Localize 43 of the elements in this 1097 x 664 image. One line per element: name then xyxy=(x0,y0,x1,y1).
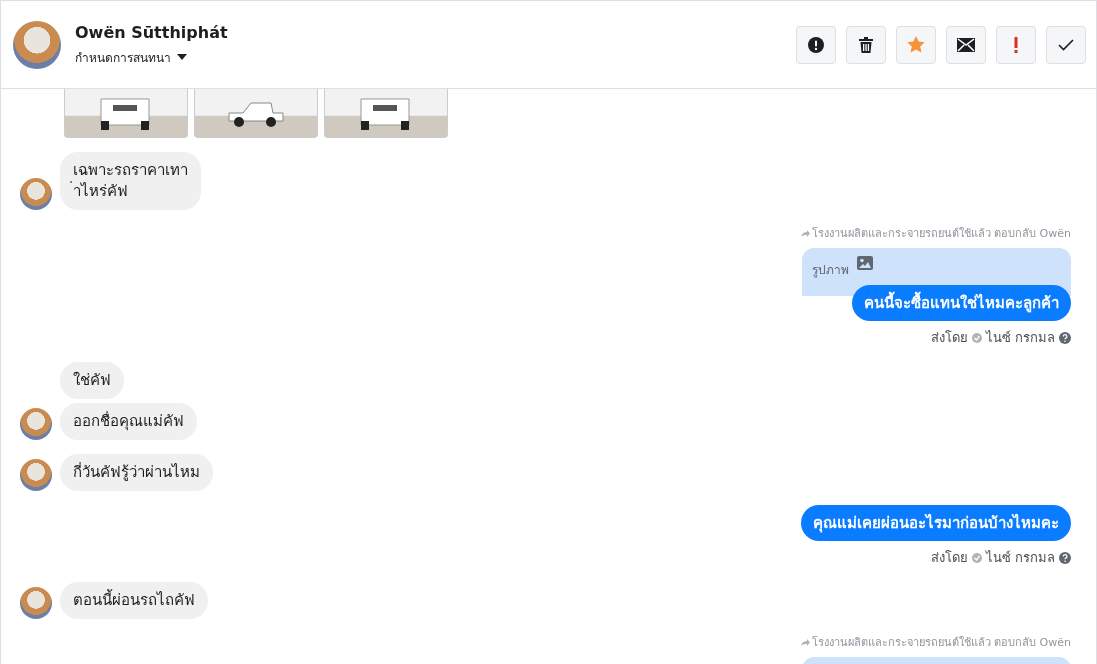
incoming-message: ใช่คัฟ xyxy=(60,362,124,399)
image-icon xyxy=(857,256,873,270)
sent-by-label: ส่งโดย xyxy=(930,329,968,347)
alert-icon xyxy=(808,36,824,53)
help-icon[interactable] xyxy=(1059,331,1071,344)
caret-down-icon[interactable] xyxy=(177,54,187,60)
car-photo[interactable] xyxy=(64,89,188,138)
sent-by-label: ส่งโดย xyxy=(930,549,968,567)
trash-button[interactable] xyxy=(846,25,886,64)
reply-label: โรงงานผลิตและกระจายรถยนต์ใช้แล้ว ตอบกลับ Owën xyxy=(811,226,1071,242)
help-icon[interactable] xyxy=(1059,551,1071,564)
outgoing-message: คุณแม่เคยผ่อนอะไรมาก่อนบ้างไหมคะ xyxy=(801,505,1071,541)
contact-avatar xyxy=(20,178,52,210)
reply-arrow-icon xyxy=(800,229,810,237)
contact-avatar xyxy=(20,408,52,440)
car-photo[interactable] xyxy=(324,89,448,138)
mail-button[interactable] xyxy=(946,25,986,64)
incoming-message: ตอนนี้ผ่อนรถไถคัฟ xyxy=(60,582,208,619)
incoming-message: กี่วันคัฟรู้ว่าผ่านไหม xyxy=(60,454,213,491)
car-photo[interactable] xyxy=(194,89,318,138)
star-icon xyxy=(907,36,925,53)
conversation-settings-link[interactable]: กำหนดการสนทนา xyxy=(75,47,171,67)
check-button[interactable] xyxy=(1046,25,1086,64)
incoming-message: ออกชื่อคุณแม่คัฟ xyxy=(60,403,197,440)
trash-icon xyxy=(859,36,873,53)
contact-name: Owën Sūtthiphát xyxy=(75,22,228,42)
outgoing-message: คนนี้จะซื้อแทนใช่ไหมคะลูกค้า xyxy=(852,285,1071,321)
exclamation-icon xyxy=(1014,36,1018,53)
quoted-text: รูปภาพ xyxy=(812,262,849,279)
envelope-icon xyxy=(957,37,975,52)
sender-name: ไนซ์ กรกมล xyxy=(985,329,1055,347)
check-icon xyxy=(1058,38,1074,51)
alert-button[interactable] xyxy=(796,25,836,64)
check-circle-icon xyxy=(971,332,982,343)
contact-avatar xyxy=(20,459,52,491)
reply-arrow-icon xyxy=(800,638,810,646)
star-button[interactable] xyxy=(896,25,936,64)
reply-label: โรงงานผลิตและกระจายรถยนต์ใช้แล้ว ตอบกลับ Owën xyxy=(811,635,1071,651)
contact-avatar[interactable] xyxy=(13,20,61,69)
sender-name: ไนซ์ กรกมล xyxy=(985,549,1055,567)
check-circle-icon xyxy=(971,552,982,563)
contact-avatar xyxy=(20,587,52,619)
incoming-message: เฉพาะรถราคาเทา ่าไหร่คัฟ xyxy=(60,152,201,210)
